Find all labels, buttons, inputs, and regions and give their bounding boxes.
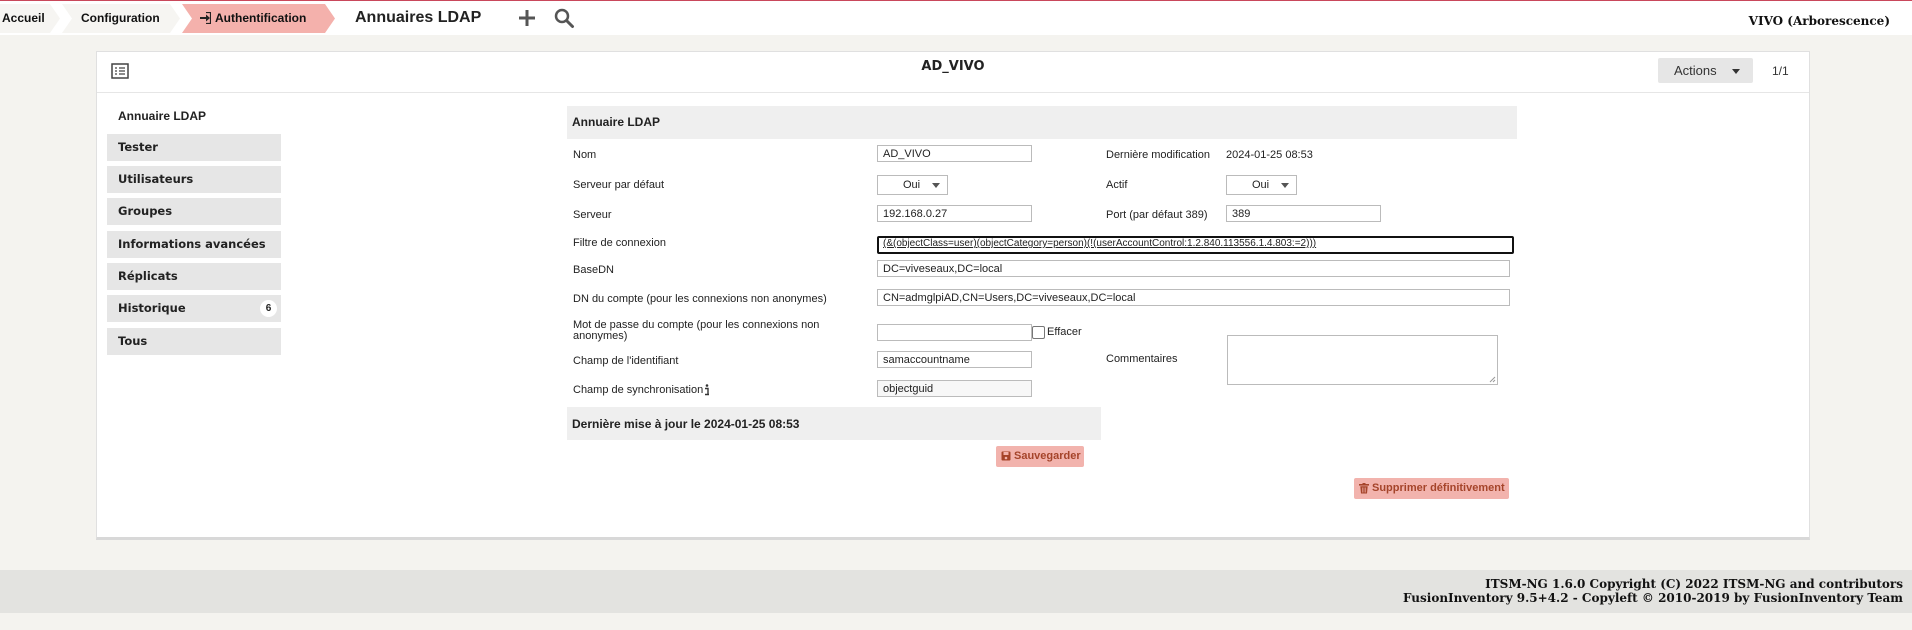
delete-permanently-button[interactable]: Supprimer définitivement <box>1354 478 1509 499</box>
identifier-label: Champ de l'identifiant <box>573 355 679 367</box>
tab-label: Historique <box>118 301 186 315</box>
caret-down-icon <box>1281 183 1289 188</box>
tab-label: Informations avancées <box>118 237 266 251</box>
last-update-text: Dernière mise à jour le 2024-01-25 08:53 <box>572 417 800 431</box>
sidebar-title[interactable]: Annuaire LDAP <box>118 109 206 123</box>
actions-label: Actions <box>1674 63 1717 78</box>
page-title: Annuaires LDAP <box>355 9 482 26</box>
select-value: Oui <box>903 179 921 191</box>
header-bar: Accueil Configuration Authentification A… <box>0 1 1912 35</box>
caret-down-icon <box>1732 69 1740 74</box>
save-label: Sauvegarder <box>1014 450 1081 462</box>
basedn-label: BaseDN <box>573 264 614 276</box>
last-modified-label: Dernière modification <box>1106 149 1210 161</box>
card-header: AD_VIVO Actions 1/1 <box>97 52 1809 93</box>
breadcrumb-configuration[interactable]: Configuration <box>81 5 160 32</box>
history-count-badge: 6 <box>260 300 277 317</box>
form-heading: Annuaire LDAP <box>567 106 1517 139</box>
footer: ITSM-NG 1.6.0 Copyright (C) 2022 ITSM-NG… <box>0 570 1912 613</box>
connection-filter-label: Filtre de connexion <box>573 237 666 249</box>
clear-password-checkbox[interactable] <box>1032 326 1045 339</box>
tab-label: Groupes <box>118 204 173 218</box>
breadcrumb-authentication[interactable]: Authentification <box>215 5 306 32</box>
footer-copyright-itsm: ITSM-NG 1.6.0 Copyright (C) 2022 ITSM-NG… <box>1485 577 1903 591</box>
sync-field-label: Champ de synchronisation <box>573 384 704 396</box>
tab-label: Utilisateurs <box>118 172 194 186</box>
last-modified-value: 2024-01-25 08:53 <box>1226 149 1313 161</box>
name-field[interactable]: AD_VIVO <box>877 145 1032 162</box>
trash-icon <box>1359 483 1369 494</box>
port-label: Port (par défaut 389) <box>1106 209 1208 221</box>
active-label: Actif <box>1106 179 1128 191</box>
comments-textarea[interactable] <box>1227 335 1498 385</box>
save-icon <box>1001 451 1011 461</box>
name-label: Nom <box>573 149 597 161</box>
breadcrumb-home[interactable]: Accueil <box>2 5 45 32</box>
password-label: Mot de passe du compte (pour les connexi… <box>573 319 820 342</box>
port-field[interactable]: 389 <box>1226 205 1381 222</box>
ldap-directory-card: AD_VIVO Actions 1/1 Annuaire LDAP Tester… <box>96 51 1810 540</box>
select-value: Oui <box>1252 179 1270 191</box>
resize-grip-icon[interactable] <box>1489 376 1496 383</box>
search-icon[interactable] <box>553 7 575 29</box>
tab-tester[interactable]: Tester <box>107 134 281 163</box>
clear-password-label: Effacer <box>1047 326 1082 338</box>
identifier-field[interactable]: samaccountname <box>877 351 1032 368</box>
server-label: Serveur <box>573 209 612 221</box>
account-dn-label: DN du compte (pour les connexions non an… <box>573 293 827 305</box>
default-server-select[interactable]: Oui <box>877 175 948 195</box>
server-field[interactable]: 192.168.0.27 <box>877 205 1032 222</box>
actions-button[interactable]: Actions <box>1658 58 1753 83</box>
tab-label: Tous <box>118 334 148 348</box>
sync-field: objectguid <box>877 380 1032 397</box>
add-icon[interactable] <box>516 7 538 29</box>
pager: 1/1 <box>1772 64 1789 78</box>
tab-groups[interactable]: Groupes <box>107 198 281 227</box>
tab-replicates[interactable]: Réplicats <box>107 263 281 292</box>
comments-label: Commentaires <box>1106 353 1178 365</box>
delete-label: Supprimer définitivement <box>1372 482 1505 494</box>
save-button[interactable]: Sauvegarder <box>996 446 1084 467</box>
tab-advanced-info[interactable]: Informations avancées <box>107 231 281 260</box>
info-icon[interactable] <box>704 384 710 399</box>
last-update-bar: Dernière mise à jour le 2024-01-25 08:53 <box>567 407 1101 440</box>
default-server-label: Serveur par défaut <box>573 179 665 191</box>
tab-label: Tester <box>118 140 158 154</box>
password-field[interactable] <box>877 324 1032 341</box>
tab-history[interactable]: Historique 6 <box>107 295 281 324</box>
account-dn-field[interactable]: CN=admglpiAD,CN=Users,DC=viveseaux,DC=lo… <box>877 289 1510 306</box>
caret-down-icon <box>932 183 940 188</box>
tab-users[interactable]: Utilisateurs <box>107 166 281 195</box>
active-select[interactable]: Oui <box>1226 175 1297 195</box>
entity-selector[interactable]: VIVO (Arborescence) <box>1749 14 1890 28</box>
basedn-field[interactable]: DC=viveseaux,DC=local <box>877 260 1510 277</box>
footer-copyright-fusion: FusionInventory 9.5+4.2 - Copyleft © 201… <box>1402 591 1903 605</box>
form-heading-text: Annuaire LDAP <box>572 115 661 129</box>
sign-in-icon <box>199 11 212 27</box>
connection-filter-textarea[interactable]: (&(objectClass=user)(objectCategory=pers… <box>877 236 1514 254</box>
tab-all[interactable]: Tous <box>107 328 281 357</box>
tab-label: Réplicats <box>118 269 178 283</box>
record-title: AD_VIVO <box>921 59 985 74</box>
